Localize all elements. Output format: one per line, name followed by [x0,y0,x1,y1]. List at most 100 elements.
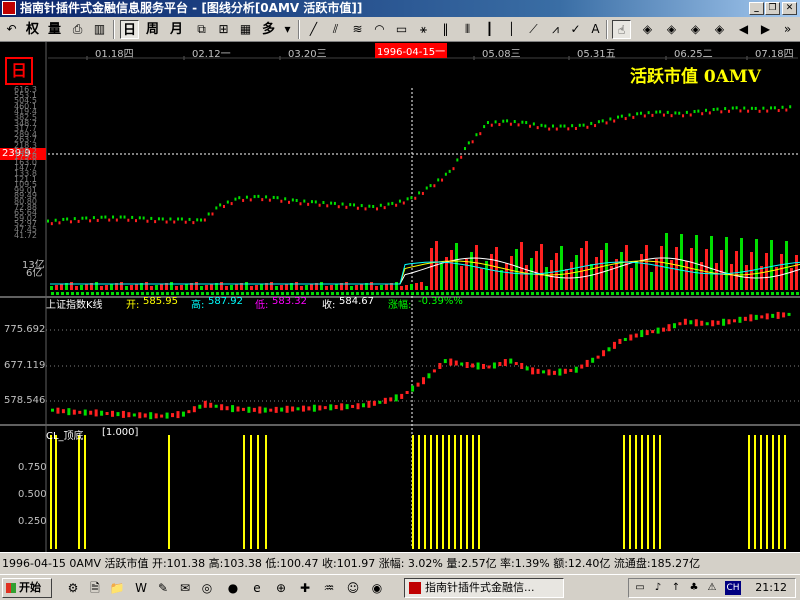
week-button[interactable]: 周 [144,20,161,39]
split-window-icon[interactable]: ⊞ [214,20,233,39]
layout-icon[interactable]: ▦ [236,20,255,39]
index-candle [438,362,442,369]
amv-candle [582,123,585,127]
quicklaunch-icon-6[interactable]: ✉ [176,579,194,597]
quicklaunch-icon-2[interactable]: 🗎 [86,579,104,597]
taskbar: 开始 ⚙ 🗎 📁 W ✎ ✉ ◎ ● e ⊕ ✚ ♒ ☺ ◉ 指南针插件式金融信… [0,574,800,600]
signal-marker [386,292,389,295]
quicklaunch-icon-10[interactable]: ⊕ [272,579,290,597]
period-badge[interactable]: 日 [5,57,33,85]
tray-app-icon[interactable]: ♣ [687,581,701,595]
restore-button[interactable]: ❐ [765,2,780,15]
price-tick-label: 41.72 [14,230,37,240]
liang-button[interactable]: 量 [46,20,63,39]
browser-icon[interactable]: e [248,579,266,597]
minimize-button[interactable]: _ [749,2,764,15]
index-candle [61,409,65,414]
signal-marker [626,292,629,295]
channel-icon[interactable]: ≋ [348,20,367,39]
volume-bar [330,285,333,290]
paint-icon[interactable]: ✎ [154,579,172,597]
app-icon [2,1,16,15]
quicklaunch-icon-1[interactable]: ⚙ [64,579,82,597]
signal-marker [451,292,454,295]
signal-marker [181,292,184,295]
signal-marker [316,292,319,295]
indicator-axis-label-3: 0.250 [18,516,47,527]
volume-bar [235,284,238,290]
fibonacci-icon[interactable]: ⚹ [414,20,433,39]
text-tool-icon[interactable]: A [586,20,605,39]
amv-candle [196,218,199,222]
speed-line-icon[interactable]: ✓ [566,20,585,39]
quicklaunch-icon-7[interactable]: ◎ [198,579,216,597]
multi-period-button[interactable]: 多 [260,20,277,39]
close-button[interactable]: ✕ [782,2,797,15]
multi-window-icon[interactable]: ⧉ [192,20,211,39]
start-button[interactable]: 开始 [2,578,52,598]
line-tool-icon[interactable]: ╱ [304,20,323,39]
pointer-icon[interactable]: ☝ [612,20,631,39]
quicklaunch-icon-12[interactable]: ♒ [320,579,338,597]
quicklaunch-icon-3[interactable]: 📁 [108,579,126,597]
day-button[interactable]: 日 [120,20,140,39]
scroll-left-icon[interactable]: ◀ [734,20,753,39]
chart-area[interactable]: 日 活跃市值 0AMV 1996-04-15一 239.9 01.18四 02.1… [0,42,800,552]
quan-button[interactable]: 权 [24,20,41,39]
gann-lines-icon[interactable]: ‖ [436,20,455,39]
amv-candle [785,108,788,112]
period-lines-icon[interactable]: ⦀ [458,20,477,39]
volume-bar [520,242,523,290]
amv-candle [506,119,509,123]
zigzag-icon[interactable]: ⩘ [546,20,565,39]
signal-marker [561,292,564,295]
month-button[interactable]: 月 [168,20,185,39]
more-icon[interactable]: » [778,20,797,39]
quicklaunch-icon-8[interactable]: ● [224,579,242,597]
quicklaunch-icon-11[interactable]: ✚ [296,579,314,597]
tray-arrow-icon[interactable]: ↑ [669,581,683,595]
quicklaunch-icon-14[interactable]: ◉ [368,579,386,597]
index-candle [67,408,71,416]
input-method-indicator[interactable]: CH [725,581,741,595]
tray-alert-icon[interactable]: ⚠ [705,581,719,595]
rectangle-icon[interactable]: ▭ [392,20,411,39]
tray-volume-icon[interactable]: ♪ [651,581,665,595]
signal-marker [431,292,434,295]
index-candle [225,406,229,411]
signal-marker [326,292,329,295]
amv-candle [601,119,604,123]
diamond-nav-1-icon[interactable]: ◈ [638,20,657,39]
bar-chart-icon[interactable]: ▥ [90,20,109,39]
fan-icon[interactable]: ⟋ [524,20,543,39]
amv-candle [192,221,195,225]
cl-signal-bar [55,435,57,549]
parallel-line-icon[interactable]: ⫽ [326,20,345,39]
index-candle [776,311,780,319]
amv-candle [337,205,340,209]
dropdown-arrow-icon[interactable]: ▾ [278,20,297,39]
amv-candle [456,158,459,162]
signal-marker [331,292,334,295]
volume-bar [170,282,173,290]
quicklaunch-icon-13[interactable]: ☺ [344,579,362,597]
task-button-app[interactable]: 指南针插件式金融信... [404,578,564,598]
diamond-nav-2-icon[interactable]: ◈ [662,20,681,39]
signal-marker [306,292,309,295]
diamond-nav-4-icon[interactable]: ◈ [710,20,729,39]
index-candle [252,407,256,412]
cycle-lines-icon[interactable]: ┃ [480,20,499,39]
amv-candle [639,111,642,115]
arc-icon[interactable]: ◠ [370,20,389,39]
back-icon[interactable]: ↶ [2,20,21,39]
print-icon[interactable]: ⎙ [68,20,87,39]
index-candle [520,362,524,369]
scroll-right-icon[interactable]: ▶ [756,20,775,39]
volume-bar [300,286,303,290]
volume-bar [310,284,313,290]
word-icon[interactable]: W [132,579,150,597]
vertical-lines-icon[interactable]: │ [502,20,521,39]
tray-network-icon[interactable]: ▭ [633,581,647,595]
cl-signal-bar [418,435,420,549]
diamond-nav-3-icon[interactable]: ◈ [686,20,705,39]
